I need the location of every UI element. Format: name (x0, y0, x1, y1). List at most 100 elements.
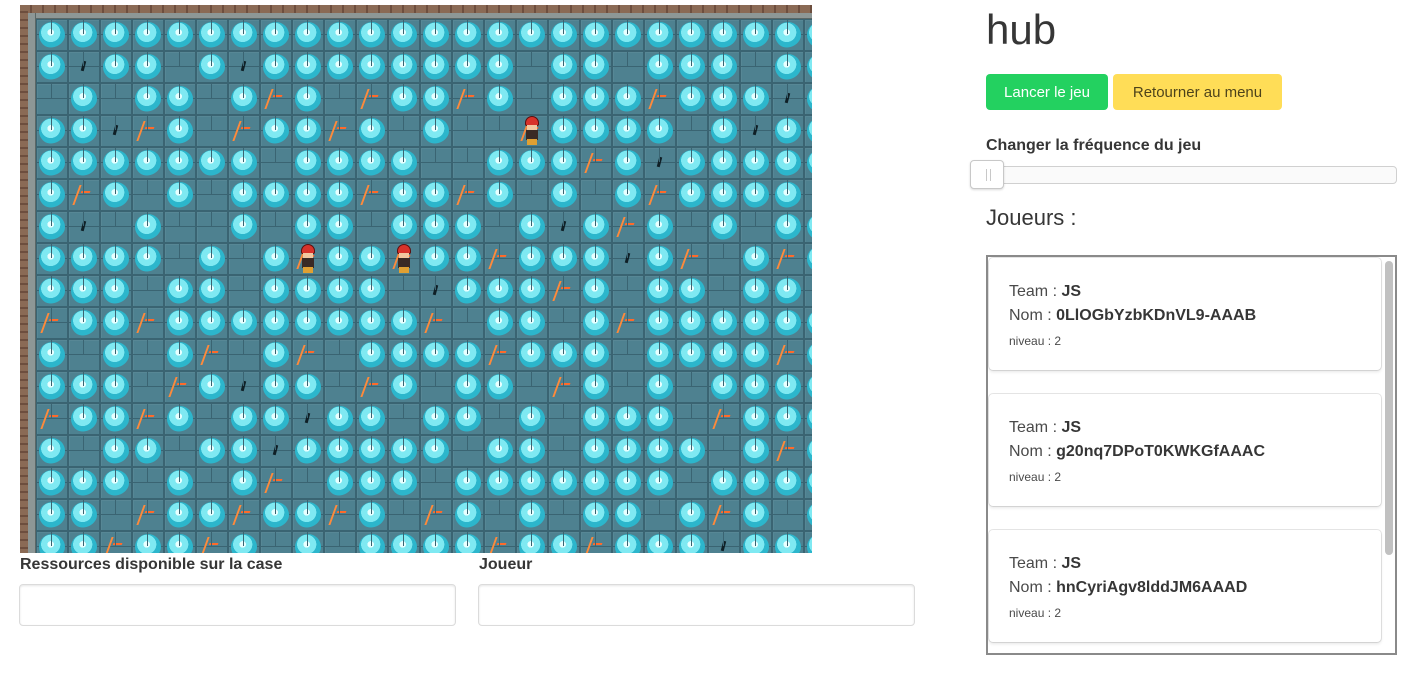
board-tile[interactable] (292, 83, 324, 115)
board-tile[interactable] (100, 115, 132, 147)
board-tile[interactable] (804, 83, 812, 115)
board-tile[interactable] (452, 435, 484, 467)
board-tile[interactable] (260, 435, 292, 467)
board-tile[interactable] (644, 83, 676, 115)
board-tile[interactable] (772, 499, 804, 531)
board-tile[interactable] (676, 211, 708, 243)
board-tile[interactable] (676, 19, 708, 51)
board-tile[interactable] (516, 339, 548, 371)
players-scrollbar[interactable] (1385, 261, 1393, 555)
board-tile[interactable] (548, 243, 580, 275)
board-tile[interactable] (196, 243, 228, 275)
board-tile[interactable] (708, 211, 740, 243)
board-tile[interactable] (260, 339, 292, 371)
board-tile[interactable] (36, 115, 68, 147)
board-tile[interactable] (484, 211, 516, 243)
board-tile[interactable] (324, 339, 356, 371)
board-tile[interactable] (676, 115, 708, 147)
board-tile[interactable] (292, 179, 324, 211)
board-tile[interactable] (708, 147, 740, 179)
board-tile[interactable] (548, 371, 580, 403)
board-tile[interactable] (260, 179, 292, 211)
board-tile[interactable] (388, 467, 420, 499)
board-tile[interactable] (420, 51, 452, 83)
board-tile[interactable] (420, 435, 452, 467)
board-tile[interactable] (100, 211, 132, 243)
board-tile[interactable] (164, 147, 196, 179)
board-tile[interactable] (580, 275, 612, 307)
board-tile[interactable] (132, 115, 164, 147)
board-tile[interactable] (324, 275, 356, 307)
board-tile[interactable] (548, 467, 580, 499)
board-tile[interactable] (516, 243, 548, 275)
board-tile[interactable] (452, 83, 484, 115)
board-tile[interactable] (612, 115, 644, 147)
board-tile[interactable] (36, 307, 68, 339)
board-tile[interactable] (292, 211, 324, 243)
board-tile[interactable] (388, 211, 420, 243)
board-tile[interactable] (132, 403, 164, 435)
board-tile[interactable] (68, 467, 100, 499)
board-tile[interactable] (548, 211, 580, 243)
board-tile[interactable] (644, 467, 676, 499)
board-tile[interactable] (68, 51, 100, 83)
board-tile[interactable] (356, 275, 388, 307)
board-tile[interactable] (708, 51, 740, 83)
board-tile[interactable] (36, 211, 68, 243)
board-tile[interactable] (420, 467, 452, 499)
board-tile[interactable] (260, 467, 292, 499)
board-tile[interactable] (228, 435, 260, 467)
board-tile[interactable] (612, 179, 644, 211)
board-tile[interactable] (580, 403, 612, 435)
board-tile[interactable] (356, 179, 388, 211)
board-tile[interactable] (676, 371, 708, 403)
board-tile[interactable] (516, 51, 548, 83)
board-tile[interactable] (68, 19, 100, 51)
board-tile[interactable] (644, 371, 676, 403)
board-tile[interactable] (420, 243, 452, 275)
board-tile[interactable] (580, 211, 612, 243)
board-tile[interactable] (420, 307, 452, 339)
board-tile[interactable] (452, 51, 484, 83)
board-tile[interactable] (260, 51, 292, 83)
trainer-red-cap-icon[interactable] (394, 244, 414, 274)
board-tile[interactable] (420, 531, 452, 553)
board-tile[interactable] (740, 435, 772, 467)
board-tile[interactable] (548, 179, 580, 211)
board-tile[interactable] (196, 499, 228, 531)
board-tile[interactable] (804, 307, 812, 339)
board-tile[interactable] (612, 51, 644, 83)
frequency-slider-thumb[interactable] (970, 160, 1004, 189)
board-tile[interactable] (804, 179, 812, 211)
board-tile[interactable] (228, 115, 260, 147)
board-tile[interactable] (612, 211, 644, 243)
board-tile[interactable] (196, 211, 228, 243)
board-tile[interactable] (772, 83, 804, 115)
board-tile[interactable] (324, 531, 356, 553)
board-tile[interactable] (292, 467, 324, 499)
board-tile[interactable] (228, 339, 260, 371)
board-tile[interactable] (196, 371, 228, 403)
board-tile[interactable] (356, 51, 388, 83)
board-tile[interactable] (196, 179, 228, 211)
board-tile[interactable] (516, 275, 548, 307)
board-tile[interactable] (484, 467, 516, 499)
board-tile[interactable] (164, 275, 196, 307)
board-tile[interactable] (548, 275, 580, 307)
board-tile[interactable] (580, 307, 612, 339)
board-tile[interactable] (580, 179, 612, 211)
board-tile[interactable] (452, 339, 484, 371)
board-tile[interactable] (228, 179, 260, 211)
board-tile[interactable] (164, 179, 196, 211)
board-tile[interactable] (516, 531, 548, 553)
board-tile[interactable] (164, 83, 196, 115)
board-tile[interactable] (484, 531, 516, 553)
board-tile[interactable] (740, 275, 772, 307)
board-tile[interactable] (292, 499, 324, 531)
board-tile[interactable] (196, 147, 228, 179)
board-tile[interactable] (324, 51, 356, 83)
board-tile[interactable] (132, 435, 164, 467)
board-tile[interactable] (548, 115, 580, 147)
board-tile[interactable] (132, 147, 164, 179)
board-tile[interactable] (260, 83, 292, 115)
